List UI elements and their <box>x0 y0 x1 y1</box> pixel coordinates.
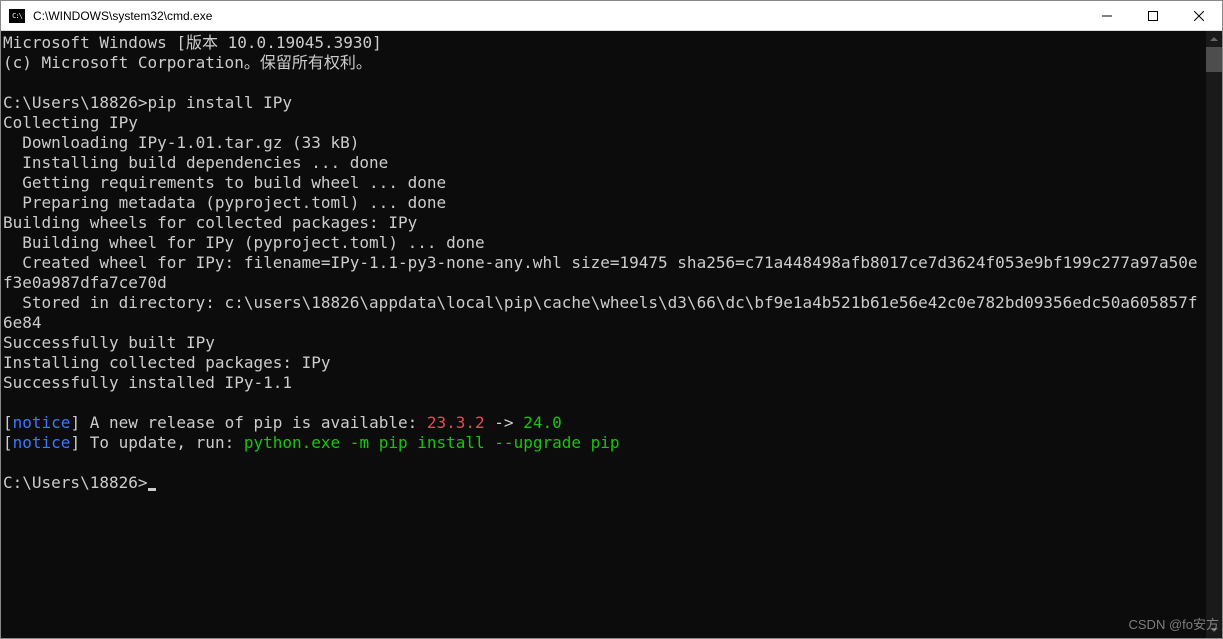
titlebar[interactable]: C:\WINDOWS\system32\cmd.exe <box>1 1 1222 31</box>
output-line: Created wheel for IPy: filename=IPy-1.1-… <box>3 253 1197 292</box>
bracket: ] <box>70 413 80 432</box>
cursor <box>148 488 156 491</box>
terminal-output[interactable]: Microsoft Windows [版本 10.0.19045.3930] (… <box>1 31 1206 638</box>
bracket: [ <box>3 413 13 432</box>
output-line: Collecting IPy <box>3 113 138 132</box>
new-version: 24.0 <box>523 413 562 432</box>
window-title: C:\WINDOWS\system32\cmd.exe <box>33 9 1084 23</box>
terminal-area: Microsoft Windows [版本 10.0.19045.3930] (… <box>1 31 1222 638</box>
window-controls <box>1084 1 1222 30</box>
output-line: Installing build dependencies ... done <box>3 153 388 172</box>
maximize-icon <box>1148 11 1158 21</box>
output-line: Getting requirements to build wheel ... … <box>3 173 446 192</box>
scrollbar-thumb[interactable] <box>1206 47 1222 72</box>
output-line: Building wheel for IPy (pyproject.toml) … <box>3 233 485 252</box>
notice-label: notice <box>13 433 71 452</box>
output-line: Successfully installed IPy-1.1 <box>3 373 292 392</box>
bracket: [ <box>3 433 13 452</box>
prompt-command: pip install IPy <box>148 93 293 112</box>
cmd-icon <box>9 9 25 23</box>
maximize-button[interactable] <box>1130 1 1176 30</box>
notice-text: To update, run: <box>80 433 244 452</box>
scrollbar[interactable] <box>1206 31 1222 638</box>
minimize-icon <box>1102 11 1112 21</box>
output-line: Preparing metadata (pyproject.toml) ... … <box>3 193 446 212</box>
output-line: Downloading IPy-1.01.tar.gz (33 kB) <box>3 133 359 152</box>
output-line: Successfully built IPy <box>3 333 215 352</box>
output-line: Stored in directory: c:\users\18826\appd… <box>3 293 1197 332</box>
header-line: Microsoft Windows [版本 10.0.19045.3930] <box>3 33 382 52</box>
watermark: CSDN @fo安方 <box>1129 614 1220 633</box>
minimize-button[interactable] <box>1084 1 1130 30</box>
output-line: Building wheels for collected packages: … <box>3 213 417 232</box>
notice-text: A new release of pip is available: <box>80 413 427 432</box>
header-line: (c) Microsoft Corporation。保留所有权利。 <box>3 53 372 72</box>
arrow: -> <box>485 413 524 432</box>
cmd-window: C:\WINDOWS\system32\cmd.exe Microsoft Wi… <box>0 0 1223 639</box>
prompt-path: C:\Users\18826> <box>3 473 148 492</box>
prompt-path: C:\Users\18826> <box>3 93 148 112</box>
close-button[interactable] <box>1176 1 1222 30</box>
scrollbar-up-button[interactable] <box>1206 31 1222 47</box>
upgrade-command: python.exe -m pip install --upgrade pip <box>244 433 620 452</box>
old-version: 23.3.2 <box>427 413 485 432</box>
close-icon <box>1194 11 1204 21</box>
notice-label: notice <box>13 413 71 432</box>
output-line: Installing collected packages: IPy <box>3 353 331 372</box>
bracket: ] <box>70 433 80 452</box>
